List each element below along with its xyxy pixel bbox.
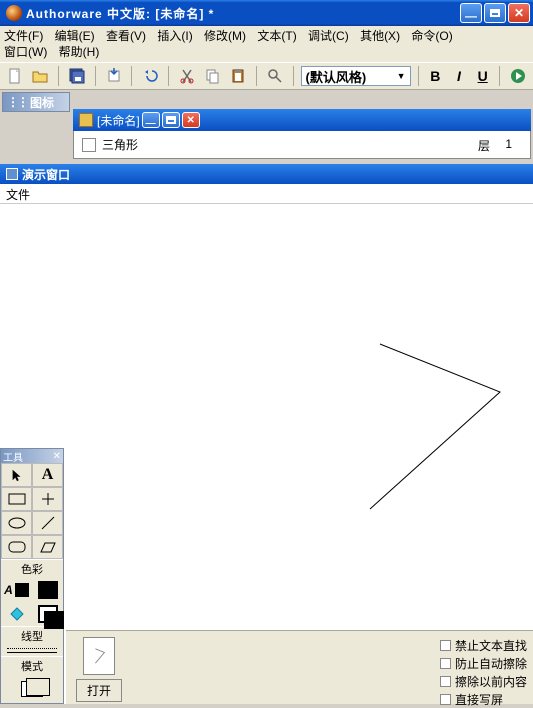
presentation-window: 演示窗口 文件 [0, 164, 533, 704]
open-file-icon[interactable] [30, 65, 52, 87]
doc-minimize-button[interactable]: — [142, 112, 160, 128]
mode-picker[interactable] [1, 675, 63, 703]
preview-thumbnail [83, 637, 115, 675]
document-titlebar[interactable]: [未命名] — ✕ [73, 109, 531, 131]
menu-edit[interactable]: 编辑(E) [55, 29, 95, 43]
check-prevent-auto-erase[interactable]: 防止自动擦除 [440, 655, 527, 672]
diagonal-line-tool-icon[interactable] [32, 511, 63, 535]
check-direct-to-screen[interactable]: 直接写屏 [440, 691, 527, 708]
rounded-rect-tool-icon[interactable] [1, 535, 32, 559]
menu-view[interactable]: 查看(V) [106, 29, 146, 43]
presentation-title: 演示窗口 [22, 166, 70, 183]
doc-maximize-button[interactable] [162, 112, 180, 128]
minimize-button[interactable]: — [460, 3, 482, 23]
run-icon[interactable] [507, 65, 529, 87]
polygon-tool-icon[interactable] [32, 535, 63, 559]
tools-panel: 工具 ✕ A 色彩 A 线型 模式 [0, 448, 64, 704]
new-file-icon[interactable] [4, 65, 26, 87]
presentation-menubar: 文件 [0, 184, 533, 204]
grip-icon: ⋮⋮ [7, 95, 27, 109]
icons-panel-title: 图标 [30, 94, 54, 111]
menu-window[interactable]: 窗口(W) [4, 45, 47, 59]
copy-icon[interactable] [202, 65, 224, 87]
style-dropdown[interactable]: (默认风格) ▼ [301, 66, 411, 86]
tools-panel-title: 工具 [3, 449, 23, 464]
display-icon[interactable] [82, 138, 96, 152]
window-titlebar: Authorware 中文版: [未命名] * — ✕ [0, 0, 533, 26]
check-erase-previous[interactable]: 擦除以前内容 [440, 673, 527, 690]
menu-command[interactable]: 命令(O) [411, 29, 452, 43]
menubar: 文件(F) 编辑(E) 查看(V) 插入(I) 修改(M) 文本(T) 调试(C… [0, 26, 533, 62]
pointer-tool-icon[interactable] [1, 463, 32, 487]
underline-button[interactable]: U [473, 65, 493, 87]
menu-help[interactable]: 帮助(H) [59, 45, 100, 59]
check-disable-text-search[interactable]: 禁止文本直找 [440, 637, 527, 654]
text-tool-icon[interactable]: A [32, 463, 63, 487]
ellipse-tool-icon[interactable] [1, 511, 32, 535]
chevron-down-icon: ▼ [397, 71, 406, 81]
menu-file[interactable]: 文件(F) [4, 29, 43, 43]
open-button[interactable]: 打开 [76, 679, 122, 702]
document-icon [79, 113, 93, 127]
presentation-icon [6, 168, 18, 180]
window-title: Authorware 中文版: [未命名] * [26, 5, 214, 22]
mode-section-label: 模式 [1, 656, 63, 675]
import-icon[interactable] [103, 65, 125, 87]
cut-icon[interactable] [176, 65, 198, 87]
close-button[interactable]: ✕ [508, 3, 530, 23]
line-style-picker[interactable] [1, 645, 63, 656]
layer-label: 层 [478, 137, 490, 154]
layer-value: 1 [505, 137, 512, 151]
line-tool-icon[interactable] [32, 487, 63, 511]
menu-other[interactable]: 其他(X) [360, 29, 400, 43]
icons-panel-header[interactable]: ⋮⋮ 图标 [3, 93, 69, 111]
drawing-shape [0, 204, 533, 704]
flowline-area[interactable]: 三角形 层 1 [73, 131, 531, 159]
menu-text[interactable]: 文本(T) [257, 29, 296, 43]
find-icon[interactable] [264, 65, 286, 87]
properties-panel: 打开 禁止文本直找 防止自动擦除 擦除以前内容 直接写屏 [66, 630, 533, 704]
save-all-icon[interactable] [66, 65, 88, 87]
presentation-titlebar[interactable]: 演示窗口 [0, 164, 533, 184]
rectangle-tool-icon[interactable] [1, 487, 32, 511]
style-value: (默认风格) [306, 67, 367, 86]
bg-color-swatch[interactable] [32, 602, 63, 626]
menu-modify[interactable]: 修改(M) [204, 29, 246, 43]
tools-panel-header[interactable]: 工具 ✕ [1, 449, 63, 463]
paste-icon[interactable] [227, 65, 249, 87]
color-section-label: 色彩 [1, 559, 63, 578]
bold-button[interactable]: B [426, 65, 446, 87]
presentation-menu-file[interactable]: 文件 [6, 188, 30, 202]
maximize-button[interactable] [484, 3, 506, 23]
undo-icon[interactable] [139, 65, 161, 87]
toolbar: (默认风格) ▼ B I U [0, 62, 533, 90]
tools-close-icon[interactable]: ✕ [53, 451, 61, 462]
app-icon [6, 5, 22, 21]
canvas-area[interactable] [0, 204, 533, 704]
menu-insert[interactable]: 插入(I) [157, 29, 192, 43]
doc-close-button[interactable]: ✕ [182, 112, 200, 128]
document-title: [未命名] [97, 112, 140, 129]
menu-debug[interactable]: 调试(C) [308, 29, 349, 43]
italic-button[interactable]: I [449, 65, 469, 87]
document-window: [未命名] — ✕ 三角形 层 1 [73, 109, 531, 159]
icon-label: 三角形 [102, 136, 138, 153]
icons-panel: ⋮⋮ 图标 [2, 92, 70, 112]
fill-color-swatch[interactable] [1, 602, 32, 626]
pen-color-swatch[interactable]: A [1, 578, 32, 602]
text-color-swatch[interactable] [32, 578, 63, 602]
